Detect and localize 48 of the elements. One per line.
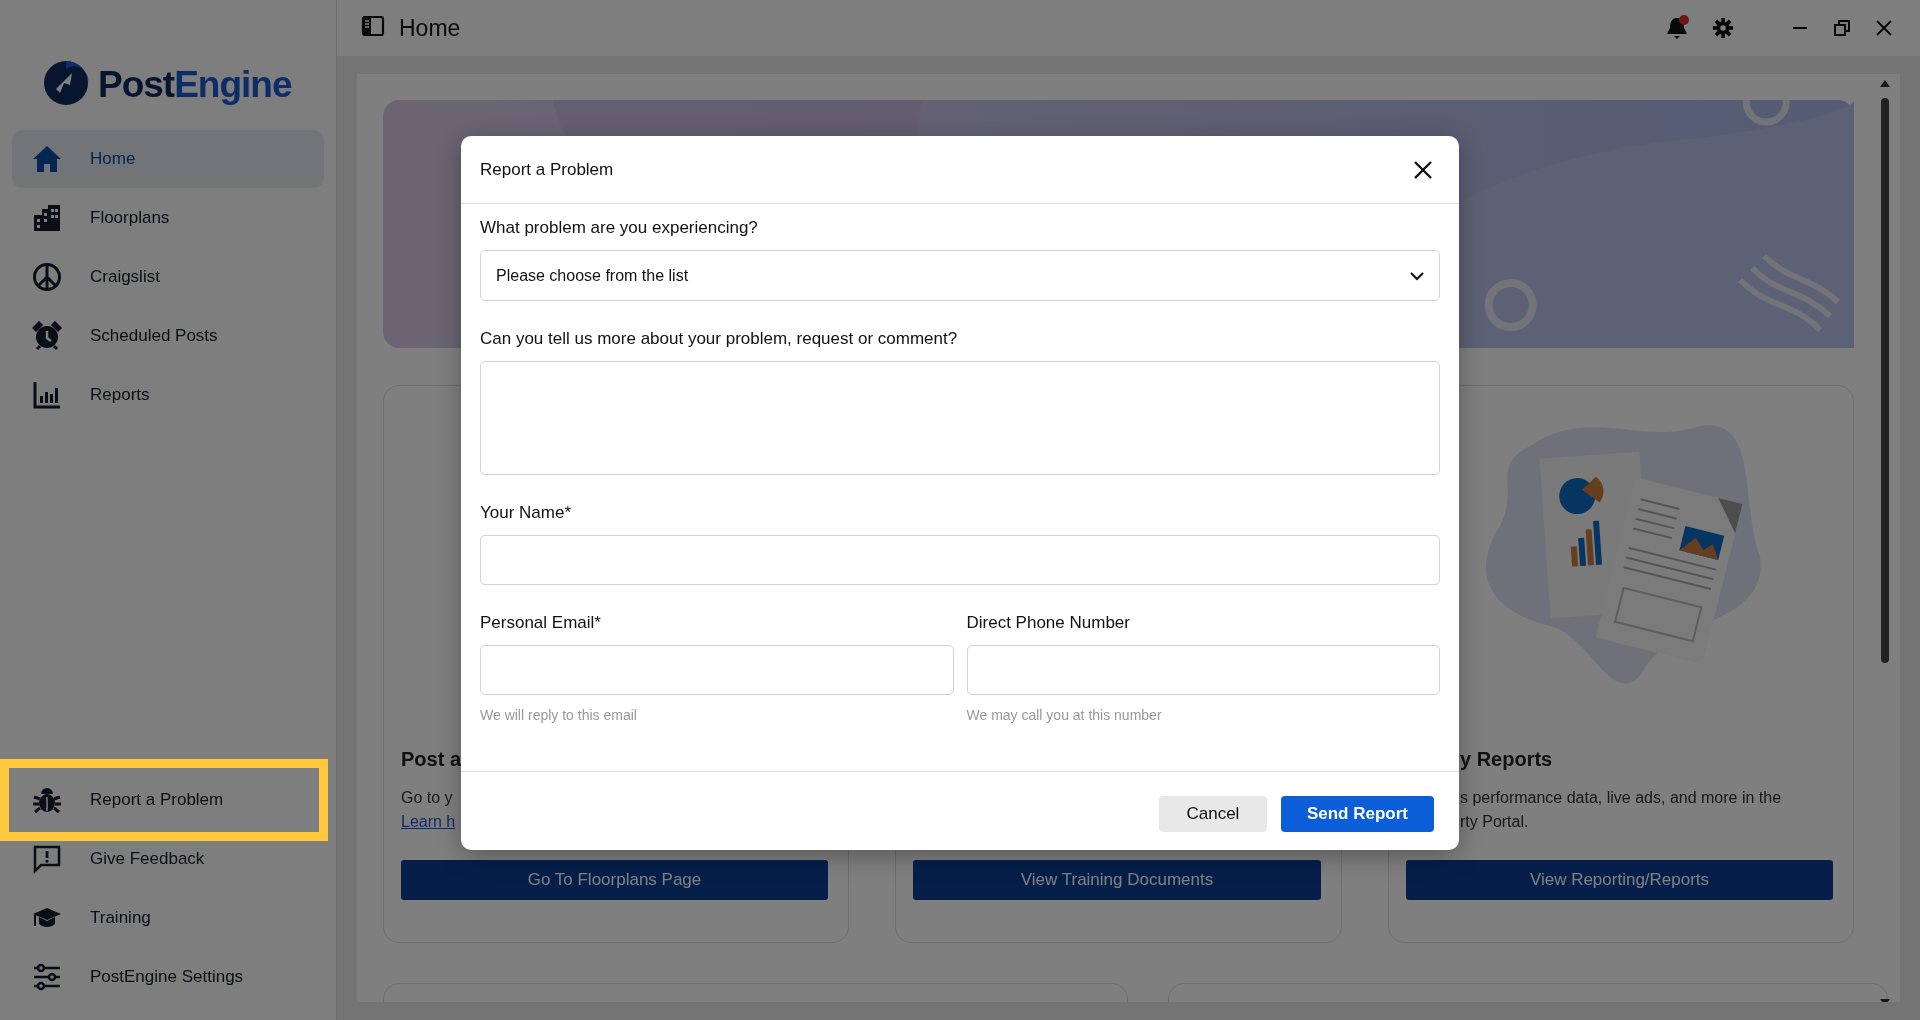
cancel-button[interactable]: Cancel bbox=[1158, 796, 1267, 832]
field-label: Your Name* bbox=[480, 503, 573, 523]
sliders-icon bbox=[32, 962, 62, 992]
card-text: Go to y bbox=[401, 788, 454, 808]
close-icon[interactable] bbox=[1413, 159, 1433, 180]
sidebar-item[interactable]: Report a Problem bbox=[12, 771, 324, 829]
card-button[interactable]: View Training Documents bbox=[913, 860, 1321, 900]
input-field[interactable] bbox=[966, 645, 1440, 695]
dropdown[interactable]: Please choose from the list bbox=[480, 250, 1440, 301]
sidebar-item[interactable]: Scheduled Posts bbox=[12, 307, 324, 365]
sidebar-item[interactable]: Home bbox=[12, 130, 324, 188]
field-label: Can you tell us more about your problem, request or comment? bbox=[480, 329, 959, 349]
home-icon bbox=[32, 144, 62, 174]
sidebar-item[interactable]: Reports bbox=[12, 366, 324, 424]
restore-icon[interactable] bbox=[1832, 18, 1852, 38]
sidebar-item[interactable]: PostEngine Settings bbox=[12, 948, 324, 1006]
card-button[interactable]: Go To Floorplans Page bbox=[401, 860, 828, 900]
card-text: s performance data, live ads, and more in the bbox=[1460, 788, 1783, 808]
sidebar-item[interactable]: Training bbox=[12, 889, 324, 947]
peace-icon bbox=[32, 262, 62, 292]
bell-icon[interactable] bbox=[1664, 15, 1690, 41]
bug-icon bbox=[32, 785, 62, 815]
input-field[interactable] bbox=[480, 645, 954, 695]
card-text: rty Portal. bbox=[1460, 812, 1530, 832]
building-icon bbox=[32, 203, 62, 233]
settings-icon[interactable] bbox=[1712, 17, 1734, 39]
card-title: y Reports bbox=[1460, 747, 1554, 772]
field-label: Personal Email* bbox=[480, 613, 602, 633]
card-title: Post a bbox=[401, 747, 463, 772]
field-label: Direct Phone Number bbox=[966, 613, 1131, 633]
learn-more-link[interactable]: Learn h bbox=[401, 810, 456, 834]
sidebar-item[interactable]: Craigslist bbox=[12, 248, 324, 306]
dialog-title: Report a Problem bbox=[480, 159, 614, 180]
send-button[interactable]: Send Report bbox=[1280, 796, 1434, 832]
field-label: What problem are you experiencing? bbox=[480, 218, 759, 238]
rocket-logo-icon bbox=[42, 59, 90, 107]
input-field[interactable] bbox=[480, 535, 1440, 585]
field-hint: We may call you at this number bbox=[966, 707, 1163, 723]
page-title: Home bbox=[399, 14, 461, 42]
sidebar-toggle-icon[interactable] bbox=[361, 14, 385, 38]
bar-chart-icon bbox=[32, 380, 62, 410]
sidebar-item[interactable]: Floorplans bbox=[12, 189, 324, 247]
card-button[interactable]: View Reporting/Reports bbox=[1406, 860, 1833, 900]
sidebar-item[interactable]: Give Feedback bbox=[12, 830, 324, 888]
app-logo-text: PostEngine bbox=[98, 64, 292, 106]
field-hint: We will reply to this email bbox=[480, 707, 638, 723]
feedback-icon bbox=[32, 844, 62, 874]
alarm-clock-icon bbox=[32, 321, 62, 351]
